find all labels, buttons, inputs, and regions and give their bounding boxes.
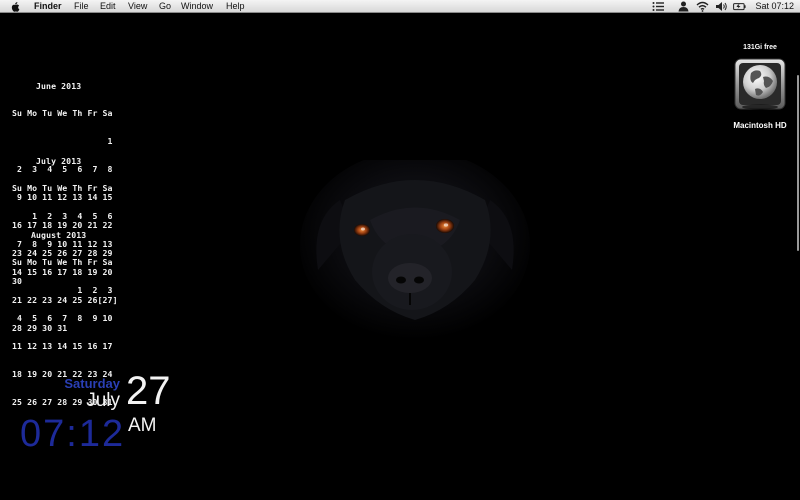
black-dog-icon — [300, 160, 530, 340]
drive-free-space: 131Gi free — [743, 44, 777, 51]
clock-time: 07:12 — [20, 413, 126, 455]
calendar-weekdays: Su Mo Tu We Th Fr Sa — [12, 183, 113, 194]
calendar-week-row: 4 5 6 7 8 9 10 — [12, 313, 113, 324]
hard-drive-globe-icon[interactable] — [733, 55, 787, 115]
wifi-icon[interactable] — [696, 1, 709, 12]
battery-icon[interactable] — [733, 1, 746, 12]
menu-bar: Finder File Edit View Go Window Help Sat… — [0, 0, 800, 13]
menu-view[interactable]: View — [128, 1, 147, 12]
menu-edit[interactable]: Edit — [100, 1, 116, 12]
calendar-weekdays: Su Mo Tu We Th Fr Sa — [12, 257, 113, 268]
notification-list-icon[interactable] — [652, 1, 665, 12]
calendar-title: July 2013 — [36, 155, 82, 166]
clock-date-number: 27 — [126, 369, 171, 413]
clock-ampm: AM — [128, 415, 157, 436]
user-icon[interactable] — [677, 1, 690, 12]
calendar-title: August 2013 — [31, 229, 87, 240]
volume-icon[interactable] — [715, 1, 728, 12]
clock-month: July — [86, 390, 120, 411]
menubar-clock[interactable]: Sat 07:12 — [755, 1, 794, 12]
menu-finder[interactable]: Finder — [34, 1, 62, 12]
clock-day-name: Saturday — [64, 376, 120, 391]
apple-logo-icon[interactable] — [10, 1, 21, 12]
calendar-week-row: 1 2 3 — [12, 285, 113, 296]
menu-file[interactable]: File — [74, 1, 89, 12]
desktop[interactable]: Finder File Edit View Go Window Help Sat… — [0, 0, 800, 500]
menu-window[interactable]: Window — [181, 1, 213, 12]
calendar-week-row: 11 12 13 14 15 16 17 — [12, 341, 113, 352]
drive-label[interactable]: Macintosh HD — [720, 121, 800, 130]
calendar-weekdays: Su Mo Tu We Th Fr Sa — [12, 108, 113, 119]
menu-go[interactable]: Go — [159, 1, 171, 12]
edge-scrollbar[interactable] — [797, 75, 799, 251]
menu-help[interactable]: Help — [226, 1, 245, 12]
calendar-title: June 2013 — [36, 80, 82, 91]
